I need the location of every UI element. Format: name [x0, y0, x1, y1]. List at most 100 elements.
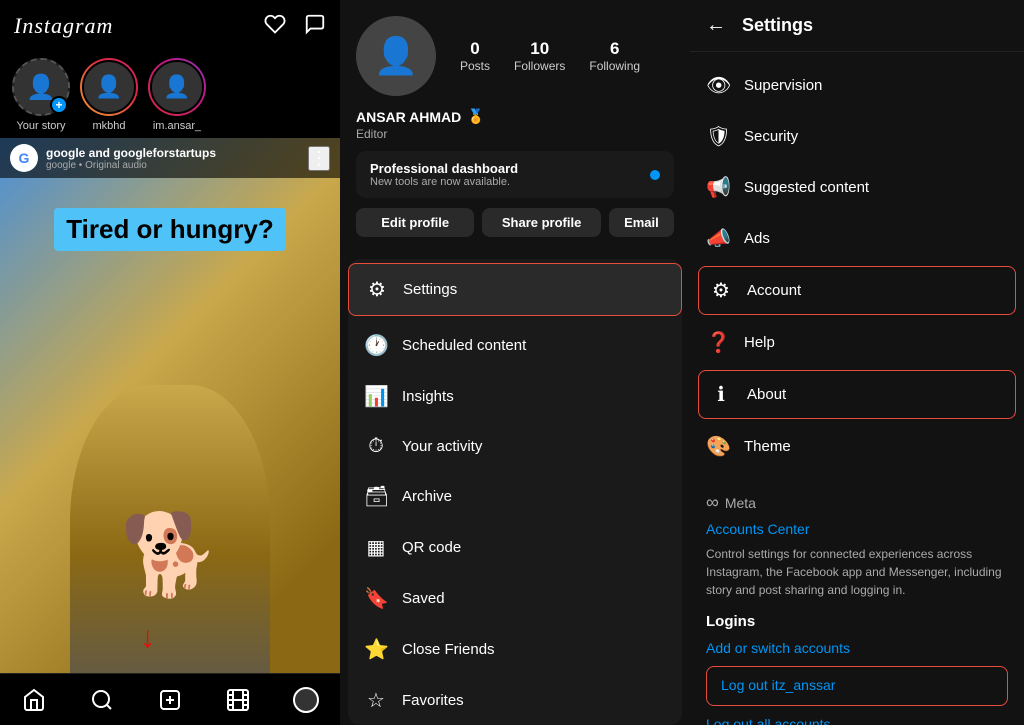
post-text-overlay: Tired or hungry?: [0, 198, 340, 261]
post-overlay-text: Tired or hungry?: [54, 208, 286, 251]
dropdown-scheduled-icon: 🕐: [364, 333, 388, 358]
dropdown-item-scheduled[interactable]: 🕐 Scheduled content: [348, 320, 682, 371]
settings-item-ads[interactable]: 📣 Ads: [690, 213, 1024, 264]
settings-account-label: Account: [747, 282, 801, 299]
profile-name-row: ANSAR AHMAD 🏅: [356, 108, 674, 125]
dropdown-close-friends-label: Close Friends: [402, 641, 495, 658]
middle-panel: 👤 0 Posts 10 Followers 6 Following ANSAR…: [340, 0, 690, 725]
heart-icon[interactable]: [264, 13, 286, 39]
dropdown-item-close-friends[interactable]: ⭐ Close Friends: [348, 624, 682, 675]
profile-name: ANSAR AHMAD: [356, 109, 461, 125]
feed-post: G google and googleforstartups google • …: [0, 138, 340, 725]
nav-home-button[interactable]: [12, 678, 56, 722]
post-header: G google and googleforstartups google • …: [0, 138, 340, 178]
profile-bio: Editor: [356, 127, 674, 141]
stat-posts[interactable]: 0 Posts: [460, 39, 490, 73]
dropdown-item-favorites[interactable]: ☆ Favorites: [348, 675, 682, 725]
settings-header: ← Settings: [690, 0, 1024, 52]
red-arrow: ↓: [140, 621, 155, 655]
settings-supervision-label: Supervision: [744, 77, 822, 94]
settings-title: Settings: [742, 15, 813, 36]
messenger-icon[interactable]: [304, 13, 326, 39]
pro-dash-dot: [650, 170, 660, 180]
dropdown-qr-label: QR code: [402, 539, 461, 556]
dropdown-item-saved[interactable]: 🔖 Saved: [348, 573, 682, 624]
posts-label: Posts: [460, 59, 490, 73]
email-button[interactable]: Email: [609, 208, 674, 237]
share-profile-button[interactable]: Share profile: [482, 208, 600, 237]
profile-actions: Edit profile Share profile Email: [356, 208, 674, 237]
nav-profile-button[interactable]: [284, 678, 328, 722]
logout-all-link[interactable]: Log out all accounts: [706, 716, 1008, 725]
settings-help-label: Help: [744, 334, 775, 351]
logout-user-box[interactable]: Log out itz_anssar: [706, 666, 1008, 706]
settings-suggested-icon: 📢: [706, 175, 730, 200]
dropdown-menu: ⚙ Settings 🕐 Scheduled content 📊 Insight…: [348, 259, 682, 725]
dropdown-saved-icon: 🔖: [364, 586, 388, 611]
settings-item-about[interactable]: ℹ About: [698, 370, 1016, 419]
story-label-mkbhd: mkbhd: [92, 120, 125, 132]
dropdown-item-activity[interactable]: ⏱ Your activity: [348, 422, 682, 471]
top-bar: Instagram: [0, 0, 340, 52]
story-item-mkbhd[interactable]: 👤 mkbhd: [80, 58, 138, 132]
nav-search-button[interactable]: [80, 678, 124, 722]
dropdown-item-archive[interactable]: 🗃 Archive: [348, 471, 682, 522]
settings-about-icon: ℹ: [709, 382, 733, 407]
post-username2: googleforstartups: [113, 146, 216, 160]
right-panel: ← Settings 👁 Supervision 🛡 Security 📢 Su…: [690, 0, 1024, 725]
settings-item-supervision[interactable]: 👁 Supervision: [690, 60, 1024, 111]
logout-user-text: Log out itz_anssar: [721, 677, 835, 693]
settings-security-icon: 🛡: [706, 124, 730, 149]
settings-item-theme[interactable]: 🎨 Theme: [690, 421, 1024, 472]
settings-back-button[interactable]: ←: [706, 14, 726, 37]
post-info: google and googleforstartups google • Or…: [46, 146, 300, 171]
story-item-imansar[interactable]: 👤 im.ansar_: [148, 58, 206, 132]
pro-dash-title: Professional dashboard: [370, 161, 518, 176]
post-usernames: google and googleforstartups: [46, 146, 300, 160]
post-more-button[interactable]: ⋮: [308, 146, 330, 171]
settings-theme-icon: 🎨: [706, 434, 730, 459]
stat-following[interactable]: 6 Following: [589, 39, 640, 73]
instagram-logo: Instagram: [14, 13, 113, 39]
settings-item-account[interactable]: ⚙ Account: [698, 266, 1016, 315]
settings-supervision-icon: 👁: [706, 73, 730, 98]
pro-dash-subtitle: New tools are now available.: [370, 176, 518, 188]
nav-add-button[interactable]: [148, 678, 192, 722]
settings-item-security[interactable]: 🛡 Security: [690, 111, 1024, 162]
meta-text: Meta: [725, 495, 756, 511]
dropdown-favorites-icon: ☆: [364, 688, 388, 713]
stat-followers[interactable]: 10 Followers: [514, 39, 565, 73]
settings-item-help[interactable]: ❓ Help: [690, 317, 1024, 368]
verified-badge-icon: 🏅: [467, 108, 484, 125]
dropdown-settings-label: Settings: [403, 281, 457, 298]
nav-reels-button[interactable]: [216, 678, 260, 722]
dropdown-activity-label: Your activity: [402, 438, 482, 455]
dropdown-item-insights[interactable]: 📊 Insights: [348, 371, 682, 422]
edit-profile-button[interactable]: Edit profile: [356, 208, 474, 237]
post-username1: google: [46, 146, 85, 160]
logins-title: Logins: [706, 613, 1008, 630]
story-plus-icon: +: [50, 96, 68, 114]
posts-count: 0: [470, 39, 479, 59]
profile-stats: 0 Posts 10 Followers 6 Following: [460, 39, 640, 73]
accounts-center-link[interactable]: Accounts Center: [706, 521, 1008, 537]
profile-top: 👤 0 Posts 10 Followers 6 Following: [356, 16, 674, 96]
google-avatar: G: [10, 144, 38, 172]
dropdown-archive-label: Archive: [402, 488, 452, 505]
add-switch-accounts-link[interactable]: Add or switch accounts: [706, 640, 1008, 656]
dropdown-archive-icon: 🗃: [364, 484, 388, 509]
following-count: 6: [610, 39, 619, 59]
pro-dashboard[interactable]: Professional dashboard New tools are now…: [356, 151, 674, 198]
settings-security-label: Security: [744, 128, 798, 145]
dropdown-insights-icon: 📊: [364, 384, 388, 409]
dropdown-item-settings[interactable]: ⚙ Settings: [348, 263, 682, 316]
settings-item-suggested[interactable]: 📢 Suggested content: [690, 162, 1024, 213]
post-subtitle: google • Original audio: [46, 160, 300, 171]
top-bar-icons: [264, 13, 326, 39]
dropdown-item-qr[interactable]: ▦ QR code: [348, 522, 682, 573]
stories-row: 👤 + Your story 👤 mkbhd 👤 im.ansar_: [0, 52, 340, 138]
story-item-your-story[interactable]: 👤 + Your story: [12, 58, 70, 132]
meta-section: ∞ Meta Accounts Center Control settings …: [690, 480, 1024, 725]
settings-help-icon: ❓: [706, 330, 730, 355]
pro-dash-text: Professional dashboard New tools are now…: [370, 161, 518, 188]
